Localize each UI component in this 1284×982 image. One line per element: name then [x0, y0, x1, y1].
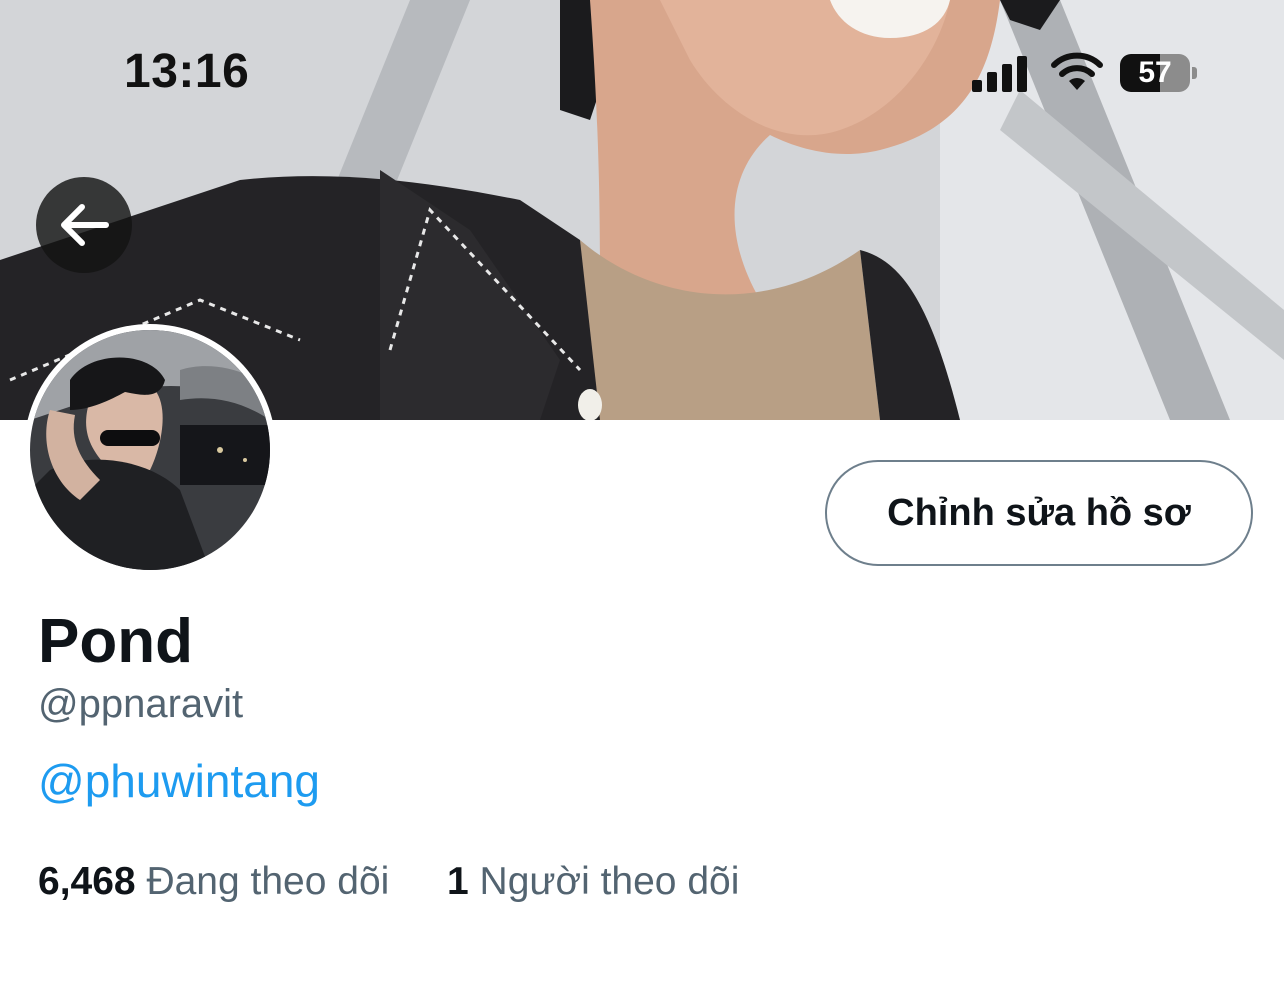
status-time: 13:16: [124, 45, 250, 98]
wifi-icon: [1051, 52, 1103, 90]
following-stat[interactable]: 6,468 Đang theo dõi: [38, 860, 400, 903]
followers-count: 1: [447, 860, 469, 903]
back-button[interactable]: [36, 177, 132, 273]
avatar-photo: [30, 330, 270, 570]
avatar[interactable]: [24, 324, 276, 576]
battery-level: 57: [1138, 56, 1172, 89]
signal-icon: [972, 56, 1027, 92]
edit-profile-button[interactable]: Chỉnh sửa hồ sơ: [825, 460, 1253, 566]
following-count: 6,468: [38, 860, 136, 903]
bio-mention-link[interactable]: @phuwintang: [38, 754, 320, 808]
battery-icon: 57: [1120, 54, 1197, 92]
display-name: Pond: [38, 607, 193, 676]
following-label: Đang theo dõi: [146, 860, 390, 903]
followers-stat[interactable]: 1 Người theo dõi: [447, 860, 739, 903]
followers-label: Người theo dõi: [479, 860, 740, 903]
arrow-left-icon: [61, 204, 109, 246]
follow-stats: 6,468 Đang theo dõi 1 Người theo dõi: [38, 860, 739, 904]
user-handle: @ppnaravit: [38, 682, 244, 726]
